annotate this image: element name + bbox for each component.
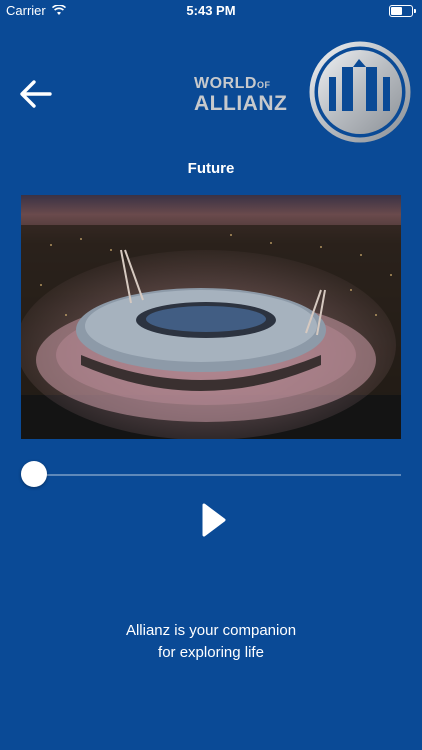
play-icon <box>202 503 226 537</box>
battery-tip <box>414 9 416 13</box>
tagline: Allianz is your companion for exploring … <box>0 620 422 664</box>
brand-wordmark: WORLDOF ALLIANZ <box>194 76 288 115</box>
tagline-line-1: Allianz is your companion <box>125 622 297 639</box>
brand-world: WORLD <box>194 75 257 92</box>
play-button[interactable] <box>196 500 230 540</box>
page-title: Future <box>187 160 235 177</box>
status-bar: Carrier 5:43 PM <box>0 0 422 22</box>
battery-icon <box>389 5 413 17</box>
brand-of: OF <box>256 80 271 90</box>
progress-slider[interactable] <box>21 458 401 492</box>
slider-thumb[interactable] <box>21 461 47 487</box>
allianz-logo-icon <box>309 41 411 143</box>
video-frame[interactable] <box>21 195 401 439</box>
brand-allianz: ALLIANZ <box>194 92 288 115</box>
tagline-line-2: for exploring life <box>158 644 264 661</box>
status-time: 5:43 PM <box>186 3 236 18</box>
arrow-left-icon <box>20 80 52 108</box>
brand-line-1: WORLDOF <box>194 76 287 92</box>
slider-track <box>21 474 401 476</box>
stadium-image <box>21 195 401 439</box>
back-button[interactable] <box>16 74 58 114</box>
